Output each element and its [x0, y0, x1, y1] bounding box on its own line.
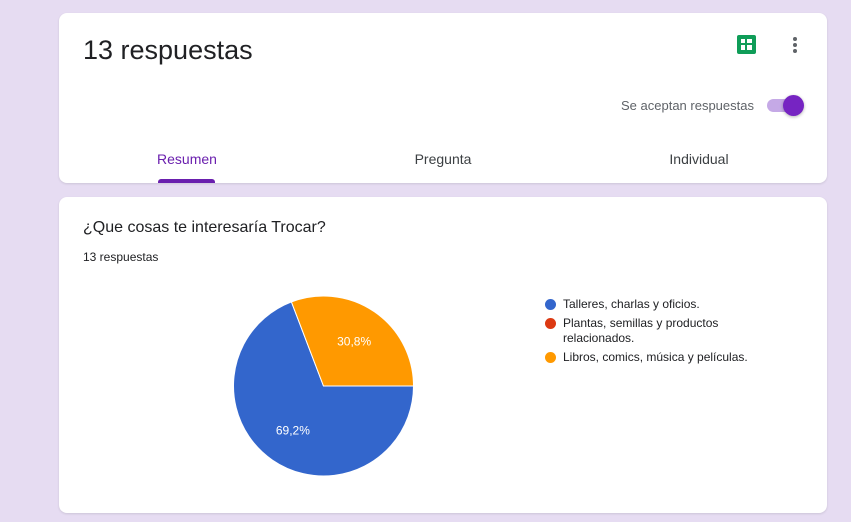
google-sheets-icon[interactable] — [737, 35, 756, 54]
question-title: ¿Que cosas te interesaría Trocar? — [83, 219, 326, 236]
more-vert-icon[interactable] — [785, 35, 805, 55]
tab-pregunta[interactable]: Pregunta — [415, 151, 472, 167]
legend-swatch — [545, 352, 556, 363]
question-response-count: 13 respuestas — [83, 250, 159, 264]
legend-label: Talleres, charlas y oficios. — [563, 297, 700, 311]
legend-item[interactable]: Plantas, semillas y productos relacionad… — [545, 316, 775, 346]
active-tab-indicator — [158, 179, 215, 183]
tab-resumen[interactable]: Resumen — [157, 151, 217, 167]
tab-individual[interactable]: Individual — [669, 151, 728, 167]
responses-header-card: 13 respuestas Se aceptan respuestas Resu… — [59, 13, 827, 183]
chart-legend: Talleres, charlas y oficios. Plantas, sem… — [545, 297, 775, 369]
responses-count-title: 13 respuestas — [83, 35, 253, 65]
legend-item[interactable]: Talleres, charlas y oficios. — [545, 297, 775, 312]
toggle-knob — [783, 95, 804, 116]
legend-swatch — [545, 299, 556, 310]
pie-slice-label-2: 30,8% — [337, 335, 371, 349]
accepting-responses-toggle[interactable] — [765, 94, 804, 116]
legend-label: Libros, comics, música y películas. — [563, 350, 748, 364]
legend-item[interactable]: Libros, comics, música y películas. — [545, 350, 775, 365]
legend-swatch — [545, 318, 556, 329]
pie-slice-label-0: 69,2% — [276, 423, 310, 437]
legend-label: Plantas, semillas y productos relacionad… — [563, 316, 719, 345]
pie-chart: 69,2% 30,8% — [233, 295, 415, 477]
question-summary-card: ¿Que cosas te interesaría Trocar? 13 res… — [59, 197, 827, 513]
accepting-responses-label: Se aceptan respuestas — [621, 98, 754, 113]
